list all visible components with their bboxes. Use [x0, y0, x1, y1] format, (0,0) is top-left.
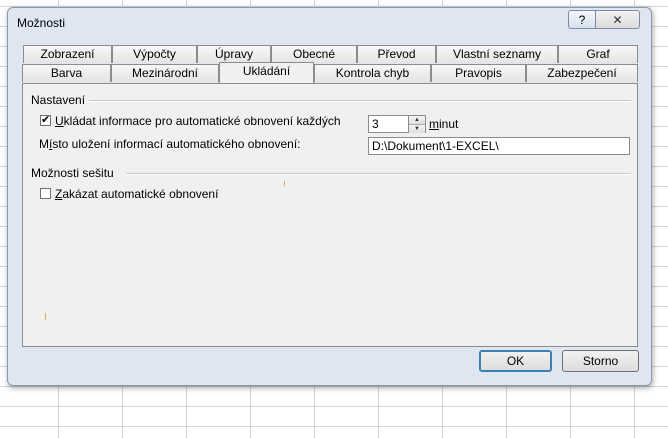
autosave-label: Ukládat informace pro automatické obnove… — [55, 114, 341, 128]
options-dialog: Možnosti ? ✕ Zobrazení Výpočty Úpravy Ob… — [7, 7, 652, 386]
minutes-input[interactable]: 3 — [368, 115, 409, 133]
tab-vlastni-seznamy[interactable]: Vlastní seznamy — [436, 45, 558, 63]
spin-down-icon[interactable]: ▼ — [409, 124, 425, 133]
cancel-button[interactable]: Storno — [562, 350, 639, 372]
tab-mezinarodni[interactable]: Mezinárodní — [111, 64, 219, 82]
check-icon: ✔ — [41, 114, 51, 126]
location-input[interactable]: D:\Dokument\1-EXCEL\ — [368, 137, 630, 155]
stray-mark — [45, 313, 46, 320]
minutes-spinner[interactable]: ▲ ▼ — [409, 115, 426, 133]
close-icon: ✕ — [612, 12, 623, 27]
saving-panel: Nastavení ✔ Ukládat informace pro automa… — [22, 83, 638, 347]
tab-upravy[interactable]: Úpravy — [197, 45, 271, 63]
tab-obecne[interactable]: Obecné — [271, 45, 357, 63]
tab-ukladani[interactable]: Ukládání — [219, 62, 314, 83]
help-button[interactable]: ? — [568, 10, 596, 29]
close-button[interactable]: ✕ — [595, 10, 640, 29]
workbook-group-label: Možnosti sešitu — [31, 166, 114, 180]
tab-graf[interactable]: Graf — [558, 45, 638, 63]
tab-vypocty[interactable]: Výpočty — [112, 45, 197, 63]
tab-zobrazeni[interactable]: Zobrazení — [23, 45, 112, 63]
settings-group-label: Nastavení — [31, 93, 86, 107]
minutes-unit-label: minut — [429, 117, 459, 131]
tab-pravopis[interactable]: Pravopis — [431, 64, 526, 82]
workbook-separator — [126, 173, 631, 175]
dialog-title: Možnosti — [17, 16, 66, 30]
disable-autorecover-label: Zakázat automatické obnovení — [55, 187, 219, 201]
location-label: Místo uložení informací automatického ob… — [39, 137, 301, 151]
help-icon: ? — [578, 12, 586, 27]
tab-prevod[interactable]: Převod — [357, 45, 436, 63]
ok-button[interactable]: OK — [479, 350, 552, 372]
autosave-checkbox[interactable]: ✔ — [40, 115, 51, 126]
tab-kontrola-chyb[interactable]: Kontrola chyb — [314, 64, 431, 82]
tab-barva[interactable]: Barva — [22, 64, 111, 82]
tab-zabezpeceni[interactable]: Zabezpečení — [526, 64, 638, 82]
stray-mark — [284, 181, 285, 186]
title-bar[interactable]: Možnosti ? ✕ — [8, 8, 651, 36]
disable-autorecover-checkbox[interactable] — [40, 188, 51, 199]
settings-separator — [89, 100, 631, 102]
spin-up-icon[interactable]: ▲ — [409, 116, 425, 124]
